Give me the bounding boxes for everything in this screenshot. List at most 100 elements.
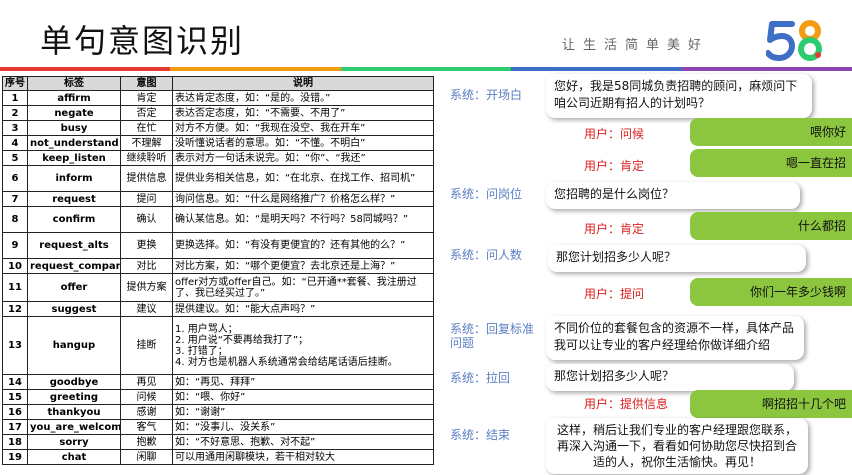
row-no: 7 bbox=[2, 191, 28, 207]
row-tag: negate bbox=[27, 105, 121, 121]
table-row: 5 keep_listen 继续聆听 表示对方一句话未说完。如：“你”、“我还” bbox=[2, 150, 434, 166]
row-tag: suggest bbox=[27, 301, 121, 317]
row-no: 18 bbox=[2, 434, 28, 450]
table-row: 8 confirm 确认 确认某信息。如：“是明天吗？不行吗？58同城吗？” bbox=[2, 206, 434, 233]
row-tag: affirm bbox=[27, 90, 121, 106]
table-row: 10 request_compare 对比 对比方案，如：“哪个更便宜？去北京还… bbox=[2, 258, 434, 274]
row-desc: 确认某信息。如：“是明天吗？不行吗？58同城吗？” bbox=[172, 206, 434, 233]
user-label-question: 用户：提问 bbox=[584, 287, 645, 301]
table-row: 6 inform 提供信息 提供业务相关信息，如：“在北京、在找工作、招司机” bbox=[2, 165, 434, 192]
table-row: 3 busy 在忙 对方不方便。如：“我现在没空、我在开车” bbox=[2, 120, 434, 136]
row-tag: thankyou bbox=[27, 404, 121, 420]
row-intent: 不理解 bbox=[120, 135, 173, 151]
stripe-segment bbox=[340, 67, 512, 71]
row-tag: request_compare bbox=[27, 258, 121, 274]
user-message-question: 你们一年多少钱啊 bbox=[690, 278, 852, 306]
desc-line: 2. 用户说“不要再给我打了”； bbox=[175, 334, 309, 346]
row-tag: you_are_welcome bbox=[27, 419, 121, 435]
intent-table: 序号 标签 意图 说明 1 affirm 肯定 表达肯定态度，如：“是的。没错。… bbox=[2, 76, 434, 465]
stripe-segment bbox=[170, 67, 341, 71]
row-desc: 如：“谢谢” bbox=[172, 404, 434, 420]
bot-message-opening: 您好，我是58同城负责招聘的顾问，麻烦问下咱公司近期有招人的计划吗？ bbox=[546, 74, 812, 118]
row-tag: inform bbox=[27, 165, 121, 192]
table-row: 4 not_understand 不理解 没听懂说话者的意思。如：“不懂。不明白… bbox=[2, 135, 434, 151]
desc-line: 3. 打错了； bbox=[175, 345, 228, 357]
row-no: 15 bbox=[2, 389, 28, 405]
table-row: 12 suggest 建议 提供建议。如：“能大点声吗？” bbox=[2, 301, 434, 317]
row-desc: 如：“不好意思、抱歉、对不起” bbox=[172, 434, 434, 450]
row-desc: 提供业务相关信息，如：“在北京、在找工作、招司机” bbox=[172, 165, 434, 192]
row-desc: 如：“再见、拜拜” bbox=[172, 374, 434, 390]
row-intent: 对比 bbox=[120, 258, 173, 274]
user-label-inform: 用户：提供信息 bbox=[584, 397, 669, 411]
stripe-segment bbox=[681, 67, 852, 71]
row-desc: 对比方案，如：“哪个更便宜？去北京还是上海？” bbox=[172, 258, 434, 274]
row-tag: offer bbox=[27, 273, 121, 302]
bot-message-ask-count: 那您计划招多少人呢？ bbox=[548, 245, 806, 272]
user-label-affirm-2: 用户：肯定 bbox=[584, 222, 645, 236]
row-desc: 没听懂说话者的意思。如：“不懂。不明白” bbox=[172, 135, 434, 151]
row-intent: 提供信息 bbox=[120, 165, 173, 192]
user-label-affirm-1: 用户：肯定 bbox=[584, 159, 645, 173]
header-intent: 意图 bbox=[120, 76, 173, 91]
row-desc: 更换选择。如：“有没有更便宜的？还有其他的么？” bbox=[172, 232, 434, 259]
table-header-row: 序号 标签 意图 说明 bbox=[2, 76, 434, 91]
table-row: 13 hangup 挂断 1. 用户骂人； 2. 用户说“不要再给我打了”； 3… bbox=[2, 316, 434, 375]
table-row: 9 request_alts 更换 更换选择。如：“有没有更便宜的？还有其他的么… bbox=[2, 232, 434, 259]
user-message-greeting: 喂你好 bbox=[690, 118, 852, 146]
table-row: 2 negate 否定 表达否定态度，如：“不需要、不用了” bbox=[2, 105, 434, 121]
desc-line: 1. 用户骂人； bbox=[175, 323, 238, 335]
user-label-greeting: 用户：问候 bbox=[584, 127, 645, 141]
row-desc: 如：“喂、你好” bbox=[172, 389, 434, 405]
row-no: 19 bbox=[2, 449, 28, 465]
bot-message-pull-back: 那您计划招多少人呢？ bbox=[546, 364, 794, 391]
row-intent: 闲聊 bbox=[120, 449, 173, 465]
row-tag: confirm bbox=[27, 206, 121, 233]
row-desc: 表示对方一句话未说完。如：“你”、“我还” bbox=[172, 150, 434, 166]
row-intent: 在忙 bbox=[120, 120, 173, 136]
row-no: 5 bbox=[2, 150, 28, 166]
row-intent: 客气 bbox=[120, 419, 173, 435]
row-no: 17 bbox=[2, 419, 28, 435]
role-ending: 系统：结束 bbox=[450, 428, 511, 442]
row-tag: greeting bbox=[27, 389, 121, 405]
role-pull-back: 系统：拉回 bbox=[450, 371, 511, 385]
row-desc: 询问信息。如：“什么是网络推广？价格怎么样？” bbox=[172, 191, 434, 207]
header-tag: 标签 bbox=[27, 76, 121, 91]
table-row: 11 offer 提供方案 offer对方或offer自己。如：“已开通**套餐… bbox=[2, 273, 434, 302]
row-no: 12 bbox=[2, 301, 28, 317]
row-tag: request_alts bbox=[27, 232, 121, 259]
row-desc: 表达否定态度，如：“不需要、不用了” bbox=[172, 105, 434, 121]
row-intent: 感谢 bbox=[120, 404, 173, 420]
row-intent: 肯定 bbox=[120, 90, 173, 106]
row-no: 16 bbox=[2, 404, 28, 420]
table-row: 15 greeting 问候 如：“喂、你好” bbox=[2, 389, 434, 405]
row-no: 1 bbox=[2, 90, 28, 106]
table-row: 19 chat 闲聊 可以用通用闲聊模块，若干相对较大 bbox=[2, 449, 434, 465]
desc-line: 4. 对方也是机器人系统通常会给结尾话语后挂断。 bbox=[175, 356, 398, 368]
row-no: 8 bbox=[2, 206, 28, 233]
table-row: 17 you_are_welcome 客气 如：“没事儿、没关系” bbox=[2, 419, 434, 435]
58-logo bbox=[766, 20, 822, 61]
row-tag: keep_listen bbox=[27, 150, 121, 166]
row-tag: request bbox=[27, 191, 121, 207]
header-desc: 说明 bbox=[172, 76, 434, 91]
user-message-inform: 啊招招十几个吧 bbox=[690, 390, 852, 418]
bot-message-ask-position: 您招聘的是什么岗位？ bbox=[546, 182, 800, 209]
row-desc: 对方不方便。如：“我现在没空、我在开车” bbox=[172, 120, 434, 136]
page-title: 单句意图识别 bbox=[40, 22, 245, 60]
color-stripe bbox=[0, 67, 852, 71]
bot-message-ending: 这样，稍后让我们专业的客户经理跟您联系，再深入沟通一下，看看如何协助您尽快招到合… bbox=[546, 418, 808, 474]
user-message-affirm-1: 嗯一直在招 bbox=[690, 149, 852, 177]
role-ask-count: 系统：问人数 bbox=[450, 248, 523, 262]
row-no: 9 bbox=[2, 232, 28, 259]
row-no: 13 bbox=[2, 316, 28, 375]
row-intent: 挂断 bbox=[120, 316, 173, 375]
stripe-segment bbox=[0, 67, 171, 71]
row-no: 2 bbox=[2, 105, 28, 121]
table-row: 16 thankyou 感谢 如：“谢谢” bbox=[2, 404, 434, 420]
row-no: 10 bbox=[2, 258, 28, 274]
row-desc: 如：“没事儿、没关系” bbox=[172, 419, 434, 435]
row-tag: hangup bbox=[27, 316, 121, 375]
row-intent: 提问 bbox=[120, 191, 173, 207]
